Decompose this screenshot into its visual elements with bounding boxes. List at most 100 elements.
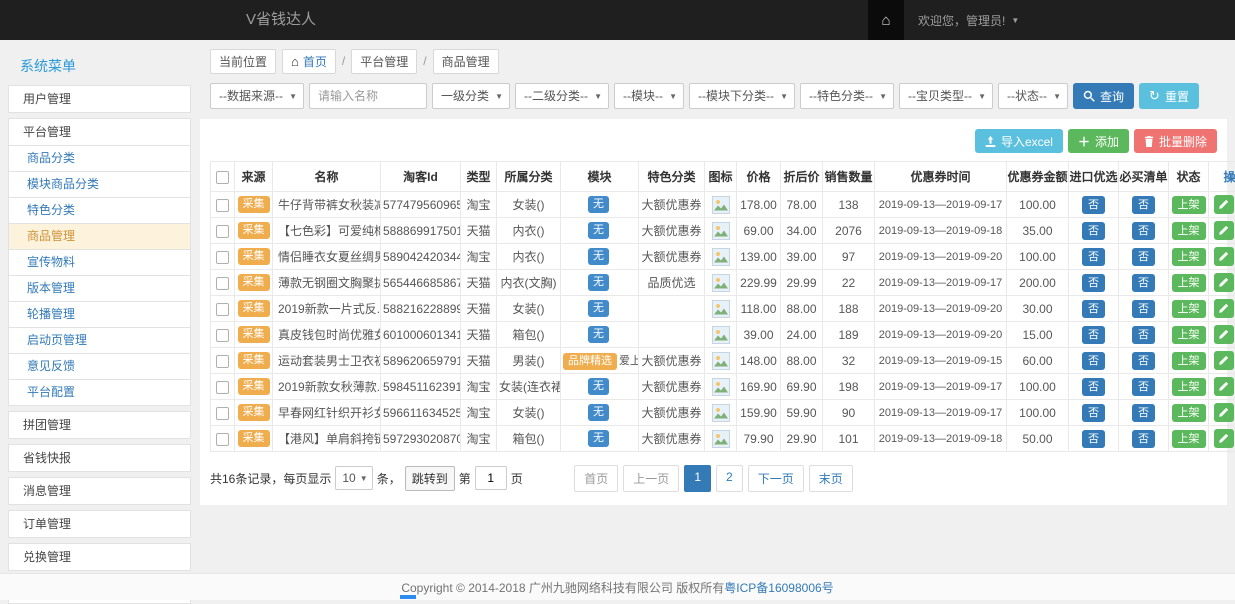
import-select-toggle[interactable]: 否	[1082, 300, 1105, 318]
first-page-button[interactable]: 首页	[574, 465, 618, 492]
breadcrumb-home[interactable]: ⌂ 首页	[282, 49, 336, 74]
sidebar-item[interactable]: 商品分类	[8, 146, 191, 172]
sidebar-item[interactable]: 特色分类	[8, 198, 191, 224]
row-checkbox[interactable]	[216, 433, 229, 446]
row-checkbox[interactable]	[216, 303, 229, 316]
row-checkbox[interactable]	[216, 251, 229, 264]
row-checkbox[interactable]	[216, 329, 229, 342]
next-page-button[interactable]: 下一页	[748, 465, 804, 492]
reset-button[interactable]: ↻ 重置	[1139, 83, 1199, 109]
status-button[interactable]: 上架	[1172, 300, 1206, 318]
status-button[interactable]: 上架	[1172, 430, 1206, 448]
must-buy-toggle[interactable]: 否	[1132, 378, 1155, 396]
edit-button[interactable]	[1214, 273, 1234, 292]
row-checkbox[interactable]	[216, 381, 229, 394]
filter-select[interactable]: --模块-- ▼	[614, 83, 684, 109]
sidebar-item[interactable]: 消息管理	[8, 477, 191, 505]
search-button[interactable]: 查询	[1073, 83, 1134, 109]
sidebar-item[interactable]: 启动页管理	[8, 328, 191, 354]
edit-button[interactable]	[1214, 247, 1234, 266]
edit-button[interactable]	[1214, 351, 1234, 370]
row-checkbox[interactable]	[216, 199, 229, 212]
sidebar-item[interactable]: 宣传物料	[8, 250, 191, 276]
import-select-toggle[interactable]: 否	[1082, 248, 1105, 266]
breadcrumb-section[interactable]: 平台管理	[351, 49, 417, 74]
sidebar-item[interactable]: 平台管理	[8, 118, 191, 146]
data-source-select[interactable]: --数据来源-- ▼	[210, 83, 304, 109]
must-buy-toggle[interactable]: 否	[1132, 222, 1155, 240]
import-select-toggle[interactable]: 否	[1082, 222, 1105, 240]
status-button[interactable]: 上架	[1172, 274, 1206, 292]
sidebar-item[interactable]: 订单管理	[8, 510, 191, 538]
import-select-toggle[interactable]: 否	[1082, 326, 1105, 344]
sidebar-item[interactable]: 轮播管理	[8, 302, 191, 328]
row-checkbox[interactable]	[216, 225, 229, 238]
edit-button[interactable]	[1214, 403, 1234, 422]
edit-button[interactable]	[1214, 377, 1234, 396]
sidebar-item-label: 订单管理	[23, 517, 71, 531]
import-excel-button[interactable]: 导入excel	[975, 129, 1063, 153]
last-page-button[interactable]: 末页	[809, 465, 853, 492]
breadcrumb-current[interactable]: 商品管理	[433, 49, 499, 74]
user-menu[interactable]: 欢迎您，管理员! ▼	[904, 0, 1033, 40]
row-checkbox[interactable]	[216, 407, 229, 420]
status-button[interactable]: 上架	[1172, 352, 1206, 370]
import-select-toggle[interactable]: 否	[1082, 352, 1105, 370]
filter-select[interactable]: --状态-- ▼	[998, 83, 1068, 109]
status-button[interactable]: 上架	[1172, 222, 1206, 240]
status-button[interactable]: 上架	[1172, 326, 1206, 344]
must-buy-toggle[interactable]: 否	[1132, 248, 1155, 266]
filter-select[interactable]: --模块下分类-- ▼	[689, 83, 795, 109]
filter-select[interactable]: --二级分类-- ▼	[515, 83, 609, 109]
import-select-toggle[interactable]: 否	[1082, 430, 1105, 448]
filter-select[interactable]: --特色分类-- ▼	[800, 83, 894, 109]
jump-page-input[interactable]	[475, 466, 507, 490]
page-size-select[interactable]: 10 ▼	[335, 466, 372, 490]
status-button[interactable]: 上架	[1172, 378, 1206, 396]
status-button[interactable]: 上架	[1172, 248, 1206, 266]
icp-link[interactable]: 粤ICP备16098006号	[724, 579, 833, 596]
edit-button[interactable]	[1214, 299, 1234, 318]
import-select-toggle[interactable]: 否	[1082, 274, 1105, 292]
must-buy-toggle[interactable]: 否	[1132, 274, 1155, 292]
edit-button[interactable]	[1214, 221, 1234, 240]
sidebar-item[interactable]: 拼团管理	[8, 411, 191, 439]
sidebar-item[interactable]: 用户管理	[8, 85, 191, 113]
sidebar-item[interactable]: 商品管理	[8, 224, 191, 250]
edit-button[interactable]	[1214, 195, 1234, 214]
import-select-toggle[interactable]: 否	[1082, 404, 1105, 422]
prev-page-button[interactable]: 上一页	[623, 465, 679, 492]
page-1-button[interactable]: 1	[684, 465, 711, 492]
sidebar-item[interactable]: 省钱快报	[8, 444, 191, 472]
edit-button[interactable]	[1214, 325, 1234, 344]
must-buy-toggle[interactable]: 否	[1132, 326, 1155, 344]
must-buy-toggle[interactable]: 否	[1132, 404, 1155, 422]
import-select-toggle[interactable]: 否	[1082, 196, 1105, 214]
sidebar-item[interactable]: 平台配置	[8, 380, 191, 406]
status-button[interactable]: 上架	[1172, 404, 1206, 422]
sidebar-item[interactable]: 兑换管理	[8, 543, 191, 571]
import-select-toggle[interactable]: 否	[1082, 378, 1105, 396]
sidebar-item[interactable]: 版本管理	[8, 276, 191, 302]
page-2-button[interactable]: 2	[716, 465, 743, 492]
filter-select[interactable]: 一级分类 ▼	[432, 83, 510, 109]
select-all-checkbox[interactable]	[216, 171, 229, 184]
must-buy-toggle[interactable]: 否	[1132, 196, 1155, 214]
horizontal-scrollbar-thumb[interactable]	[400, 595, 416, 599]
must-buy-toggle[interactable]: 否	[1132, 430, 1155, 448]
status-button[interactable]: 上架	[1172, 196, 1206, 214]
filter-select[interactable]: --宝贝类型-- ▼	[899, 83, 993, 109]
must-buy-toggle[interactable]: 否	[1132, 352, 1155, 370]
add-button[interactable]: ＋ 添加	[1068, 129, 1129, 153]
sidebar-item[interactable]: 模块商品分类	[8, 172, 191, 198]
edit-button[interactable]	[1214, 429, 1234, 448]
name-search-input[interactable]	[309, 83, 427, 109]
row-checkbox[interactable]	[216, 277, 229, 290]
row-checkbox[interactable]	[216, 355, 229, 368]
jump-button[interactable]: 跳转到	[405, 466, 455, 491]
sidebar-item[interactable]: 意见反馈	[8, 354, 191, 380]
cell-type: 淘宝	[461, 400, 497, 426]
home-button[interactable]: ⌂	[868, 0, 904, 40]
must-buy-toggle[interactable]: 否	[1132, 300, 1155, 318]
batch-delete-button[interactable]: 批量删除	[1134, 129, 1217, 153]
